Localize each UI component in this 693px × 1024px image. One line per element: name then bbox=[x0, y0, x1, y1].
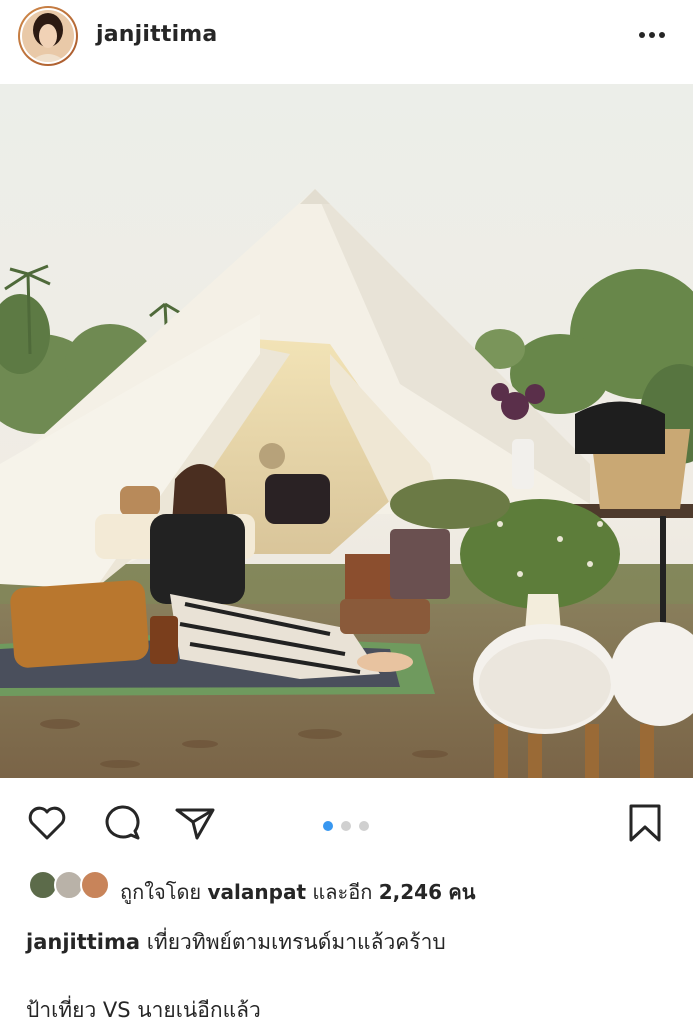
carousel-dot bbox=[341, 821, 351, 831]
likes-row[interactable]: ถูกใจโดย valanpat และอีก 2,246 คน bbox=[26, 866, 686, 906]
likes-suffix: คน bbox=[448, 880, 476, 904]
post-caption: janjittima เที่ยวทิพย์ตามเทรนด์มาแล้วคร้… bbox=[26, 926, 446, 959]
likes-middle: และอีก bbox=[312, 880, 373, 904]
send-icon bbox=[175, 808, 215, 840]
post-photo[interactable] bbox=[0, 84, 693, 778]
likes-text[interactable]: ถูกใจโดย valanpat และอีก 2,246 คน bbox=[120, 876, 475, 908]
likes-prefix: ถูกใจโดย bbox=[120, 880, 202, 904]
comment-icon bbox=[105, 805, 140, 840]
more-horizontal-icon bbox=[639, 32, 665, 38]
carousel-indicator bbox=[322, 817, 374, 831]
caption-username[interactable]: janjittima bbox=[26, 930, 140, 954]
caption-text: เที่ยวทิพย์ตามเทรนด์มาแล้วคร้าบ bbox=[146, 930, 446, 954]
likes-count[interactable]: 2,246 bbox=[379, 880, 442, 904]
more-options-button[interactable] bbox=[632, 20, 672, 50]
caption-line-2: ป้าเที่ยว VS นายเน่อีกแล้ว bbox=[26, 998, 261, 1022]
bookmark-icon bbox=[629, 804, 661, 842]
carousel-dot bbox=[359, 821, 369, 831]
avatar-image bbox=[22, 10, 74, 62]
share-button[interactable] bbox=[172, 800, 218, 846]
like-button[interactable] bbox=[24, 800, 70, 846]
liker-avatar bbox=[80, 870, 110, 900]
post-header: janjittima bbox=[0, 0, 693, 84]
heart-icon bbox=[28, 806, 66, 840]
likes-user[interactable]: valanpat bbox=[208, 880, 307, 904]
post-username[interactable]: janjittima bbox=[96, 22, 217, 47]
comment-button[interactable] bbox=[99, 800, 145, 846]
profile-avatar[interactable] bbox=[18, 6, 78, 66]
save-button[interactable] bbox=[622, 800, 668, 846]
camping-photo bbox=[0, 84, 693, 778]
carousel-dot-active bbox=[323, 821, 333, 831]
